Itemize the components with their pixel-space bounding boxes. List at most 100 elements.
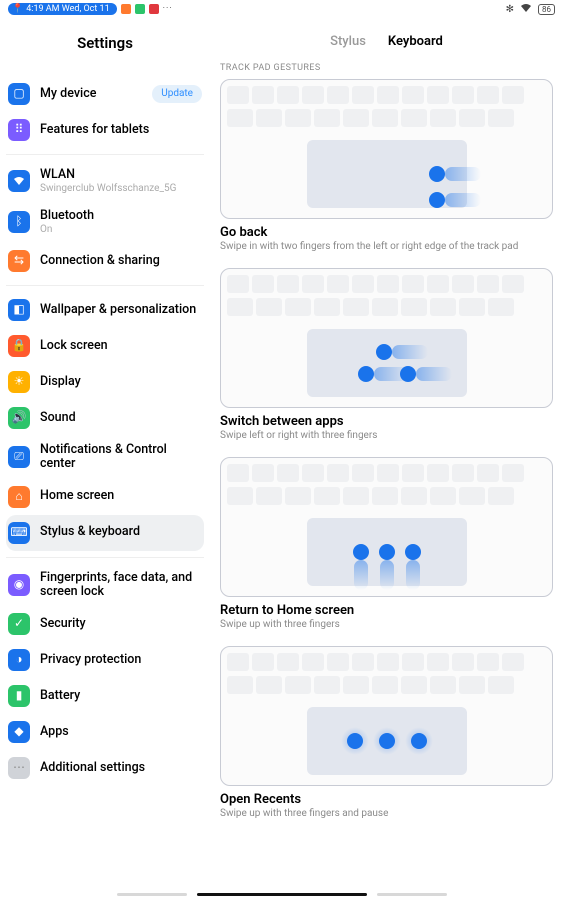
sidebar-item-privacy[interactable]: ◑ Privacy protection (6, 642, 204, 678)
gesture-bar[interactable] (0, 893, 563, 896)
sidebar-item-label: WLAN Swingerclub Wolfsschanze_5G (40, 168, 202, 195)
gesture-illustration (220, 457, 553, 597)
sidebar-item-label: Privacy protection (40, 653, 202, 667)
toggles-icon: ⎚ (8, 446, 30, 468)
settings-sidebar: Settings ▢ My device Update ⠿ Features f… (0, 18, 210, 900)
section-label: TRACK PAD GESTURES (220, 63, 553, 73)
gesture-illustration (220, 79, 553, 219)
gesture-subtitle: Swipe up with three fingers (220, 619, 553, 630)
tab-bar: Stylus Keyboard (220, 34, 553, 49)
sidebar-item-label: Wallpaper & personalization (40, 303, 202, 317)
sidebar-item-features[interactable]: ⠿ Features for tablets (6, 112, 204, 148)
sidebar-item-label: Stylus & keyboard (40, 525, 202, 539)
touch-dot (347, 733, 363, 749)
gesture-illustration (220, 646, 553, 786)
gesture-go-back[interactable]: Go back Swipe in with two fingers from t… (220, 79, 553, 252)
sidebar-item-my-device[interactable]: ▢ My device Update (6, 76, 204, 112)
share-icon: ⇆ (8, 250, 30, 272)
keyboard-icon: ⌨ (8, 522, 30, 544)
sidebar-item-notifications[interactable]: ⎚ Notifications & Control center (6, 436, 204, 479)
touch-dot (405, 544, 421, 560)
touch-dot (379, 733, 395, 749)
speaker-icon: 🔊 (8, 407, 30, 429)
lock-icon: 🔒 (8, 335, 30, 357)
page-title: Settings (6, 34, 204, 52)
sun-icon: ☀ (8, 371, 30, 393)
sidebar-item-label: Battery (40, 689, 202, 703)
touch-dot (411, 733, 427, 749)
features-icon: ⠿ (8, 119, 30, 141)
wlan-ssid: Swingerclub Wolfsschanze_5G (40, 183, 202, 195)
gesture-title: Open Recents (220, 792, 553, 807)
battery-icon: ▮ (8, 685, 30, 707)
content-panel: Stylus Keyboard TRACK PAD GESTURES Go ba… (210, 18, 563, 900)
sidebar-item-display[interactable]: ☀ Display (6, 364, 204, 400)
gesture-title: Switch between apps (220, 414, 553, 429)
apps-icon: ◆ (8, 721, 30, 743)
sidebar-item-label: Additional settings (40, 761, 202, 775)
sidebar-item-biometrics[interactable]: ◉ Fingerprints, face data, and screen lo… (6, 564, 204, 607)
gesture-illustration (220, 268, 553, 408)
sidebar-item-lock[interactable]: 🔒 Lock screen (6, 328, 204, 364)
gesture-recents[interactable]: Open Recents Swipe up with three fingers… (220, 646, 553, 819)
sidebar-item-stylus-keyboard[interactable]: ⌨ Stylus & keyboard (6, 515, 204, 551)
sidebar-item-bluetooth[interactable]: ᛒ Bluetooth On (6, 202, 204, 243)
privacy-icon: ◑ (8, 649, 30, 671)
palette-icon: ◧ (8, 299, 30, 321)
status-left: 📍 4:19 AM Wed, Oct 11 ··· (8, 3, 173, 15)
touch-dot (429, 192, 445, 208)
sidebar-item-label: Lock screen (40, 339, 202, 353)
home-icon: ⌂ (8, 486, 30, 508)
gesture-subtitle: Swipe left or right with three fingers (220, 430, 553, 441)
sidebar-item-battery[interactable]: ▮ Battery (6, 678, 204, 714)
update-badge[interactable]: Update (152, 85, 202, 103)
fingerprint-icon: ◉ (8, 574, 30, 596)
sidebar-item-label: Connection & sharing (40, 254, 202, 268)
sidebar-item-label: Features for tablets (40, 123, 202, 137)
sidebar-item-label: My device (40, 87, 142, 101)
touch-dot (429, 166, 445, 182)
sidebar-item-security[interactable]: ✓ Security (6, 606, 204, 642)
sidebar-item-label: Display (40, 375, 202, 389)
touch-dot (353, 544, 369, 560)
wifi-icon (8, 170, 30, 192)
touch-dot (379, 544, 395, 560)
status-right: ✻ 86 (506, 3, 555, 16)
sidebar-item-label: Security (40, 617, 202, 631)
device-icon: ▢ (8, 83, 30, 105)
sidebar-item-apps[interactable]: ◆ Apps (6, 714, 204, 750)
sidebar-item-wlan[interactable]: WLAN Swingerclub Wolfsschanze_5G (6, 161, 204, 202)
touch-dot (358, 366, 374, 382)
tray-icon-2 (135, 4, 145, 14)
tray-icon-3 (149, 4, 159, 14)
tray-icon-1 (121, 4, 131, 14)
more-icon: ··· (163, 4, 173, 14)
sidebar-item-label: Apps (40, 725, 202, 739)
sidebar-item-label: Bluetooth On (40, 209, 202, 236)
gesture-subtitle: Swipe in with two fingers from the left … (220, 241, 553, 252)
dots-icon: ⋯ (8, 757, 30, 779)
shield-icon: ✓ (8, 613, 30, 635)
sidebar-item-sound[interactable]: 🔊 Sound (6, 400, 204, 436)
tab-keyboard[interactable]: Keyboard (388, 34, 443, 49)
sidebar-item-label: Fingerprints, face data, and screen lock (40, 571, 202, 600)
bluetooth-icon: ✻ (506, 4, 514, 15)
gesture-subtitle: Swipe up with three fingers and pause (220, 808, 553, 819)
gesture-switch-apps[interactable]: Switch between apps Swipe left or right … (220, 268, 553, 441)
touch-dot (376, 344, 392, 360)
gesture-title: Return to Home screen (220, 603, 553, 618)
sidebar-item-wallpaper[interactable]: ◧ Wallpaper & personalization (6, 292, 204, 328)
tab-stylus[interactable]: Stylus (330, 34, 366, 49)
status-bar: 📍 4:19 AM Wed, Oct 11 ··· ✻ 86 (0, 0, 563, 18)
battery-indicator: 86 (538, 4, 555, 15)
bluetooth-status: On (40, 224, 202, 236)
wifi-icon (520, 3, 532, 16)
location-pill[interactable]: 📍 4:19 AM Wed, Oct 11 (8, 3, 117, 15)
sidebar-item-label: Notifications & Control center (40, 443, 202, 472)
gesture-home[interactable]: Return to Home screen Swipe up with thre… (220, 457, 553, 630)
sidebar-item-connection[interactable]: ⇆ Connection & sharing (6, 243, 204, 279)
sidebar-item-label: Sound (40, 411, 202, 425)
status-time: 4:19 AM Wed, Oct 11 (26, 4, 109, 14)
sidebar-item-additional[interactable]: ⋯ Additional settings (6, 750, 204, 786)
sidebar-item-home-screen[interactable]: ⌂ Home screen (6, 479, 204, 515)
